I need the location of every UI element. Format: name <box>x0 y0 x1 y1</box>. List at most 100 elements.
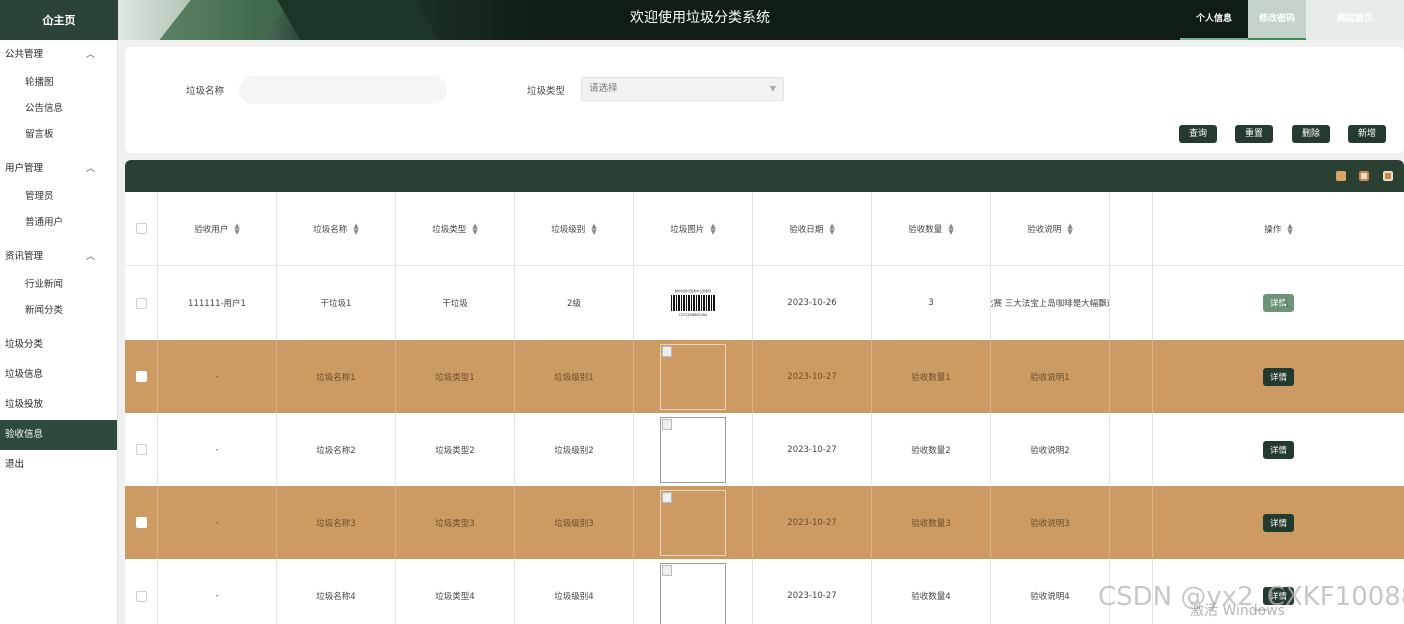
cell-qty: 验收数量4 <box>872 559 991 624</box>
cell-user: 111111-用户1 <box>158 266 277 340</box>
detail-button[interactable]: 详情 <box>1262 367 1294 386</box>
sort-icon: ▲ ▼ <box>353 221 359 236</box>
garbage-type-select[interactable]: 请选择 ▼ <box>581 77 784 101</box>
delete-button[interactable]: 删除 <box>1292 125 1331 143</box>
col-header[interactable]: 验收用户 ▲ ▼ <box>158 192 277 265</box>
sort-icon: ▲ ▼ <box>1287 221 1293 236</box>
query-button[interactable]: 查询 <box>1179 125 1218 143</box>
chevron-up-icon: ︿ <box>85 164 95 174</box>
broken-image-icon <box>662 345 672 357</box>
calculator-icon[interactable] <box>1336 171 1346 181</box>
detail-button[interactable]: 详情 <box>1262 513 1294 532</box>
cell-desc: 验收说明2 <box>991 413 1110 486</box>
sidebar-item-news-category[interactable]: 新闻分类 <box>0 298 117 324</box>
broken-image[interactable] <box>660 489 726 556</box>
add-button[interactable]: 新增 <box>1348 125 1387 143</box>
col-header[interactable]: 操作 ▲ ▼ <box>1153 192 1404 265</box>
sidebar-item-acceptance-info[interactable]: 验收信息 <box>0 420 117 450</box>
image-icon[interactable] <box>1359 171 1369 181</box>
mouse-cursor-icon: ☝ <box>1281 296 1289 310</box>
cell-user: - <box>158 340 277 413</box>
select-all-cell <box>125 192 158 265</box>
sidebar-item-logout[interactable]: 退出 <box>0 450 117 480</box>
row-checkbox-cell <box>125 486 158 559</box>
cell-qty: 3 <box>872 266 991 340</box>
garbage-name-input[interactable] <box>239 76 447 104</box>
sidebar-item-garbage-delivery[interactable]: 垃圾投放 <box>0 390 117 420</box>
nav-profile[interactable]: 个人信息 <box>1180 0 1248 40</box>
sidebar-group-news[interactable]: 资讯管理 ︿ <box>0 242 117 272</box>
sort-icon: ▲ ▼ <box>948 221 954 236</box>
col-header[interactable]: 垃圾图片 ▲ ▼ <box>634 192 753 265</box>
sidebar-group-users[interactable]: 用户管理 ︿ <box>0 154 117 184</box>
table-header: 验收用户 ▲ ▼ 垃圾名称 ▲ ▼ 垃圾类型 ▲ ▼ 垃圾级别 ▲ ▼ 垃圾图片 ▲ ▼ 验收日期 ▲… <box>125 192 1404 266</box>
row-checkbox[interactable] <box>135 590 147 602</box>
cell-qty: 验收数量2 <box>872 413 991 486</box>
cell-level: 垃圾级别2 <box>515 413 634 486</box>
barcode-number: 7221456882584 <box>678 313 708 317</box>
col-header[interactable]: 验收数量 ▲ ▼ <box>872 192 991 265</box>
barcode-image[interactable]: 精华垃圾可回收中心回收码 7221456882584 <box>660 270 726 336</box>
cell-user: - <box>158 413 277 486</box>
header-nav: 个人信息 修改密码 网站首页 <box>1180 0 1404 40</box>
broken-image-icon <box>662 491 672 503</box>
col-header[interactable]: 垃圾级别 ▲ ▼ <box>515 192 634 265</box>
cell-action: 详情 ☝ <box>1153 266 1404 340</box>
cell-name: 垃圾名称3 <box>277 486 396 559</box>
col-label: 垃圾名称 <box>313 224 348 235</box>
nav-change-password[interactable]: 修改密码 <box>1248 0 1306 40</box>
col-label: 验收日期 <box>789 224 824 235</box>
sort-icon: ▲ ▼ <box>234 221 240 236</box>
reset-button[interactable]: 重置 <box>1235 125 1274 143</box>
row-checkbox[interactable] <box>135 517 147 528</box>
cell-blank <box>1110 340 1153 413</box>
name-label: 垃圾名称 <box>186 86 225 97</box>
col-header[interactable]: 验收说明 ▲ ▼ <box>991 192 1110 265</box>
select-all-checkbox[interactable] <box>135 223 147 234</box>
sort-icon: ▲ ▼ <box>1067 221 1073 236</box>
cell-action: 详情 <box>1153 486 1404 559</box>
sidebar-item-garbage-info[interactable]: 垃圾信息 <box>0 360 117 390</box>
row-checkbox[interactable] <box>135 297 147 309</box>
sort-icon: ▲ ▼ <box>829 221 835 236</box>
cell-date: 2023-10-27 <box>753 486 872 559</box>
sidebar-item-garbage-category[interactable]: 垃圾分类 <box>0 330 117 360</box>
col-header[interactable]: 验收日期 ▲ ▼ <box>753 192 872 265</box>
cell-blank <box>1110 413 1153 486</box>
broken-image[interactable] <box>660 343 726 410</box>
sidebar-item-notice[interactable]: 公告信息 <box>0 96 117 122</box>
cell-name: 干垃圾1 <box>277 266 396 340</box>
col-label: 垃圾类型 <box>432 224 467 235</box>
sidebar-item-normal-user[interactable]: 普通用户 <box>0 210 117 236</box>
cell-level: 垃圾级别1 <box>515 340 634 413</box>
barcode-caption: 精华垃圾可回收中心回收码 <box>674 289 711 293</box>
chevron-up-icon: ︿ <box>85 50 95 60</box>
sidebar-item-industry-news[interactable]: 行业新闻 <box>0 272 117 298</box>
table-row: 111111-用户1 干垃圾1 干垃圾 2级 精华垃圾可回收中心回收码 7221… <box>125 266 1404 340</box>
cell-user: - <box>158 486 277 559</box>
row-checkbox-cell <box>125 340 158 413</box>
home-link[interactable]: 仚主页 <box>0 0 118 40</box>
sidebar-item-admin[interactable]: 管理员 <box>0 184 117 210</box>
table-row: - 垃圾名称3 垃圾类型3 垃圾级别3 2023-10-27 验收数量3 验收说… <box>125 486 1404 559</box>
detail-button[interactable]: 详情 <box>1262 440 1294 459</box>
table-row: - 垃圾名称2 垃圾类型2 垃圾级别2 2023-10-27 验收数量2 验收说… <box>125 413 1404 486</box>
broken-image[interactable] <box>660 563 726 624</box>
col-label: 垃圾级别 <box>551 224 586 235</box>
sidebar-item-message-board[interactable]: 留言板 <box>0 122 117 148</box>
cell-image <box>634 559 753 624</box>
broken-image[interactable] <box>660 416 726 483</box>
nav-site-home[interactable]: 网站首页 <box>1306 0 1404 40</box>
sidebar-group-public[interactable]: 公共管理 ︿ <box>0 40 117 70</box>
sidebar-item-carousel[interactable]: 轮播图 <box>0 70 117 96</box>
row-checkbox[interactable] <box>135 444 147 455</box>
site-title: 欢迎使用垃圾分类系统 <box>630 10 770 26</box>
export-icon[interactable] <box>1383 171 1393 181</box>
cell-desc: 验收说明3 <box>991 486 1110 559</box>
row-checkbox[interactable] <box>135 371 147 382</box>
cell-date: 2023-10-27 <box>753 340 872 413</box>
detail-button[interactable]: 详情 <box>1262 294 1294 312</box>
cell-type: 垃圾类型2 <box>396 413 515 486</box>
col-header[interactable]: 垃圾名称 ▲ ▼ <box>277 192 396 265</box>
col-header[interactable]: 垃圾类型 ▲ ▼ <box>396 192 515 265</box>
